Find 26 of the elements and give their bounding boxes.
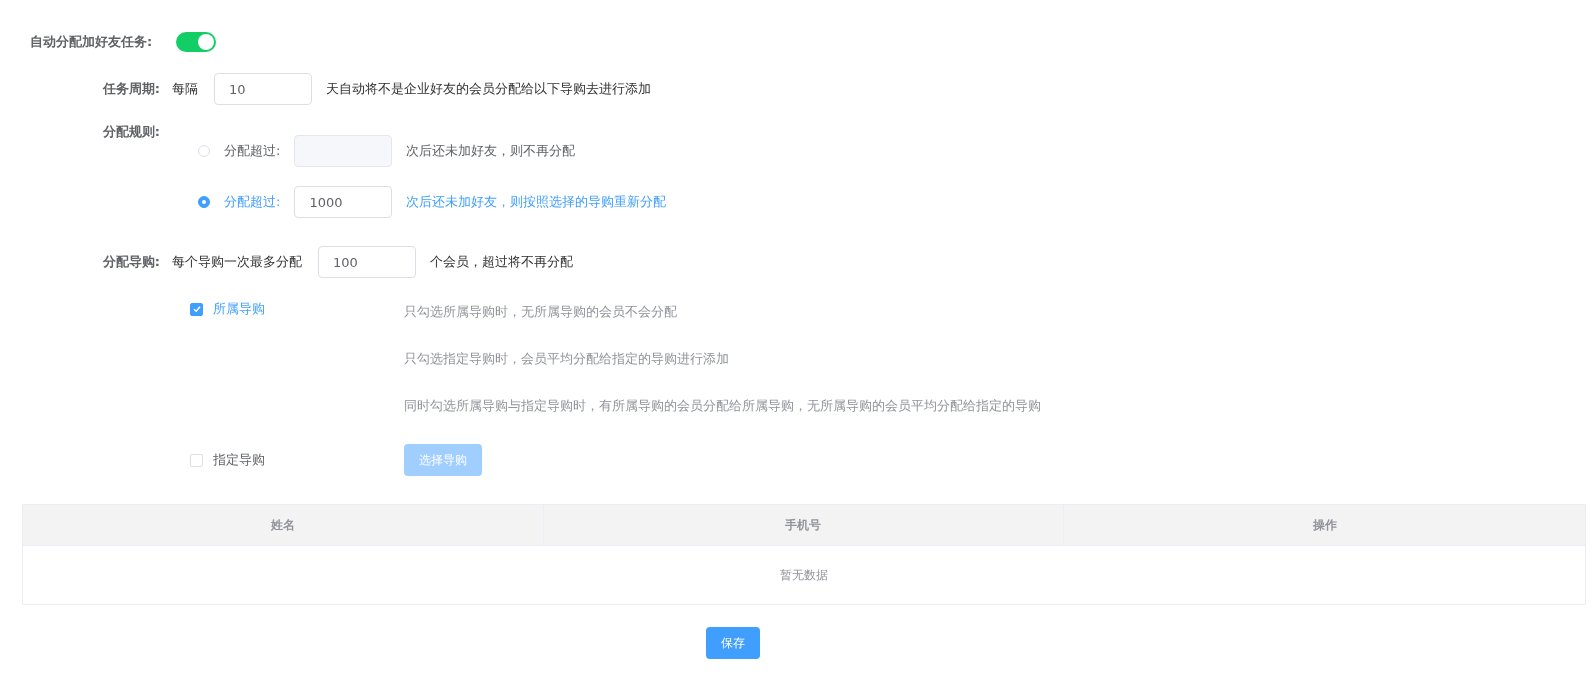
text: 天自动将不是企业好友的会员分配给以下导购去进行添加 [326,80,651,98]
hint-text: 只勾选指定导购时，会员平均分配给指定的导购进行添加 [404,351,730,367]
number-input[interactable]: 10 [214,73,312,105]
text: 次后还未加好友，则不再分配 [406,142,576,160]
field-label: 自动分配加好友任务: [30,33,153,51]
text: 每个导购一次最多分配 [172,253,302,271]
empty-text: 暂无数据 [780,566,828,584]
hint-text: 同时勾选所属导购与指定导购时，有所属导购的会员分配给所属导购，无所属导购的会员平均分配给指定的导购 [404,398,1042,414]
radio-button[interactable] [198,196,210,208]
text: 个会员，超过将不再分配 [430,253,573,271]
field-label: 分配规则: [101,123,161,141]
toggle-switch[interactable] [176,32,217,52]
hint-text: 只勾选所属导购时，无所属导购的会员不会分配 [404,304,678,320]
column-header: 姓名 [23,505,544,545]
number-input[interactable]: 1000 [294,186,393,218]
text: 次后还未加好友，则按照选择的导购重新分配 [406,193,667,211]
field-label: 分配导购: [101,253,161,271]
checkbox-label[interactable]: 指定导购 [213,451,265,469]
number-input[interactable]: 100 [318,246,416,278]
option-label: 分配超过: [224,142,281,160]
column-header: 操作 [1311,517,1338,534]
checkbox[interactable] [190,302,203,316]
text: 每隔 [172,80,198,98]
option-label: 分配超过: [224,193,281,211]
column-header: 手机号 [543,505,1065,545]
field-label: 任务周期: [101,80,161,98]
